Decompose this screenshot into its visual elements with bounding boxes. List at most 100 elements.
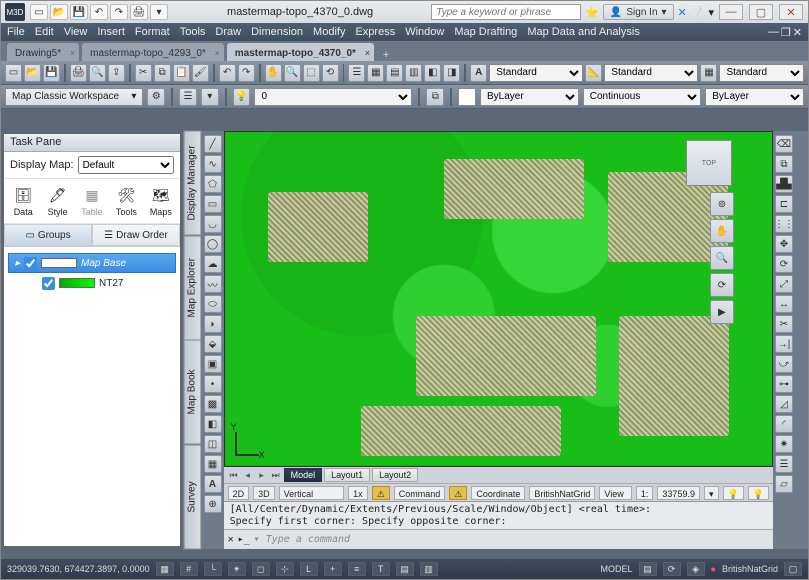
- pan-icon[interactable]: ✋: [265, 64, 282, 82]
- draworder-icon[interactable]: ☰: [775, 455, 793, 473]
- tp-maps-button[interactable]: 🗺Maps: [148, 185, 174, 217]
- region-icon[interactable]: ◫: [204, 435, 222, 453]
- mdi-minimize-icon[interactable]: —: [768, 26, 779, 39]
- rect-icon[interactable]: ▭: [204, 195, 222, 213]
- warn-icon[interactable]: ⚠: [449, 486, 467, 500]
- status-bulb-icon[interactable]: 💡: [723, 486, 744, 500]
- cleanscreen-icon[interactable]: ▢: [784, 562, 802, 576]
- tp-table-button[interactable]: ▦Table: [79, 185, 105, 217]
- otrack-icon[interactable]: ⊹: [276, 562, 294, 576]
- menu-edit[interactable]: Edit: [35, 26, 54, 38]
- qat-redo-icon[interactable]: ↷: [110, 4, 128, 20]
- menu-tools[interactable]: Tools: [180, 26, 206, 38]
- menu-file[interactable]: File: [7, 26, 25, 38]
- layer-item-map-base[interactable]: ▸ Map Base: [8, 253, 176, 273]
- preview-icon[interactable]: 🔍: [89, 64, 106, 82]
- copy-icon[interactable]: ⧉: [154, 64, 171, 82]
- viewcube[interactable]: TOP: [686, 140, 732, 186]
- table-style-select[interactable]: Standard: [719, 64, 804, 82]
- qcalc-icon[interactable]: ◨: [443, 64, 460, 82]
- insert-icon[interactable]: ⬙: [204, 335, 222, 353]
- tp-style-button[interactable]: 🖊Style: [44, 185, 70, 217]
- scrollbar[interactable]: [795, 131, 808, 549]
- status-cs-value[interactable]: BritishNatGrid: [529, 486, 595, 500]
- tab-add-icon[interactable]: +: [377, 49, 395, 61]
- hatch-icon[interactable]: ▩: [204, 395, 222, 413]
- warn-icon[interactable]: ⚠: [372, 486, 390, 500]
- stretch-icon[interactable]: ↔: [775, 295, 793, 313]
- dim-style-select[interactable]: Standard: [604, 64, 698, 82]
- dimstyle-icon[interactable]: 📐: [585, 64, 602, 82]
- tp-tools-button[interactable]: 🛠Tools: [113, 185, 139, 217]
- snap-icon[interactable]: ▦: [156, 562, 174, 576]
- sheet-set-icon[interactable]: ▥: [405, 64, 422, 82]
- circle-icon[interactable]: ◯: [204, 235, 222, 253]
- paste-icon[interactable]: 📋: [173, 64, 190, 82]
- menu-express[interactable]: Express: [355, 26, 395, 38]
- ortho-icon[interactable]: └: [204, 562, 222, 576]
- tablestyle-icon[interactable]: ▦: [700, 64, 717, 82]
- lweight-select[interactable]: ByLayer: [705, 88, 804, 106]
- annovis-icon[interactable]: ◈: [687, 562, 705, 576]
- layer-props-icon[interactable]: ☰: [179, 88, 197, 106]
- workspace-select[interactable]: Map Classic Workspace ▾: [5, 88, 143, 106]
- qat-new-icon[interactable]: ▭: [30, 4, 48, 20]
- close-icon[interactable]: ✕: [779, 4, 803, 20]
- menu-window[interactable]: Window: [405, 26, 444, 38]
- addsel-icon[interactable]: ⊕: [204, 495, 222, 513]
- tab-groups[interactable]: ▭Groups: [4, 224, 92, 246]
- nav-zoom-icon[interactable]: 🔍: [710, 246, 734, 270]
- fillet-icon[interactable]: ◜: [775, 415, 793, 433]
- drawing-canvas[interactable]: TOP ⊚ ✋ 🔍 ⟳ ▶ X Y: [224, 131, 773, 467]
- status-vex-value[interactable]: 1x: [348, 486, 368, 500]
- tab-close-icon[interactable]: ×: [215, 48, 220, 58]
- polar-icon[interactable]: ✴: [228, 562, 246, 576]
- block-icon[interactable]: ▣: [204, 355, 222, 373]
- model-button[interactable]: MODEL: [601, 564, 633, 574]
- tool-palette-icon[interactable]: ▤: [386, 64, 403, 82]
- color-select[interactable]: ByLayer: [480, 88, 579, 106]
- revcloud-icon[interactable]: ☁: [204, 255, 222, 273]
- sign-in-button[interactable]: 👤 Sign In ▾: [603, 4, 674, 20]
- point-icon[interactable]: •: [204, 375, 222, 393]
- erase-icon[interactable]: ⌫: [775, 135, 793, 153]
- offset-icon[interactable]: ⊏: [775, 195, 793, 213]
- table-icon[interactable]: ▦: [204, 455, 222, 473]
- nav-pan-icon[interactable]: ✋: [710, 219, 734, 243]
- layer-item-nt27[interactable]: NT27: [8, 273, 176, 293]
- layer-bulb-icon[interactable]: 💡: [233, 88, 251, 106]
- zoom-icon[interactable]: 🔍: [284, 64, 301, 82]
- menu-view[interactable]: View: [64, 26, 88, 38]
- nav-showmotion-icon[interactable]: ▶: [710, 300, 734, 324]
- tp-data-button[interactable]: 🗄Data: [10, 185, 36, 217]
- scale-icon[interactable]: ⤢: [775, 275, 793, 293]
- menu-map-data[interactable]: Map Data and Analysis: [527, 26, 640, 38]
- expand-icon[interactable]: ▸: [15, 258, 20, 269]
- explode-icon[interactable]: ✷: [775, 435, 793, 453]
- print-icon[interactable]: 🖨: [70, 64, 87, 82]
- sidetab-survey[interactable]: Survey: [183, 445, 201, 550]
- qat-save-icon[interactable]: 💾: [70, 4, 88, 20]
- polygon-icon[interactable]: ⬠: [204, 175, 222, 193]
- dyn-icon[interactable]: +: [324, 562, 342, 576]
- layout-last-icon[interactable]: ⏭: [270, 470, 282, 481]
- coordsys-label[interactable]: BritishNatGrid: [722, 564, 778, 574]
- menu-map-drafting[interactable]: Map Drafting: [454, 26, 517, 38]
- mdi-close-icon[interactable]: ✕: [793, 26, 802, 39]
- mirror-icon[interactable]: ▟▙: [775, 175, 793, 193]
- textstyle-icon[interactable]: A: [470, 64, 487, 82]
- chamfer-icon[interactable]: ◿: [775, 395, 793, 413]
- ducs-icon[interactable]: L: [300, 562, 318, 576]
- spline-icon[interactable]: 〰: [204, 275, 222, 293]
- zoom-window-icon[interactable]: ⬚: [303, 64, 320, 82]
- qat-open-icon[interactable]: 📂: [50, 4, 68, 20]
- nav-orbit-icon[interactable]: ⟳: [710, 273, 734, 297]
- open-icon[interactable]: 📂: [24, 64, 41, 82]
- cmd-close-icon[interactable]: ✕: [228, 534, 234, 545]
- annoscale-icon[interactable]: ⟳: [663, 562, 681, 576]
- display-map-select[interactable]: Default: [78, 156, 174, 174]
- trim-icon[interactable]: ✂: [775, 315, 793, 333]
- mdi-restore-icon[interactable]: ❐: [781, 26, 791, 39]
- save-icon[interactable]: 💾: [43, 64, 60, 82]
- qat-more-icon[interactable]: ▾: [150, 4, 168, 20]
